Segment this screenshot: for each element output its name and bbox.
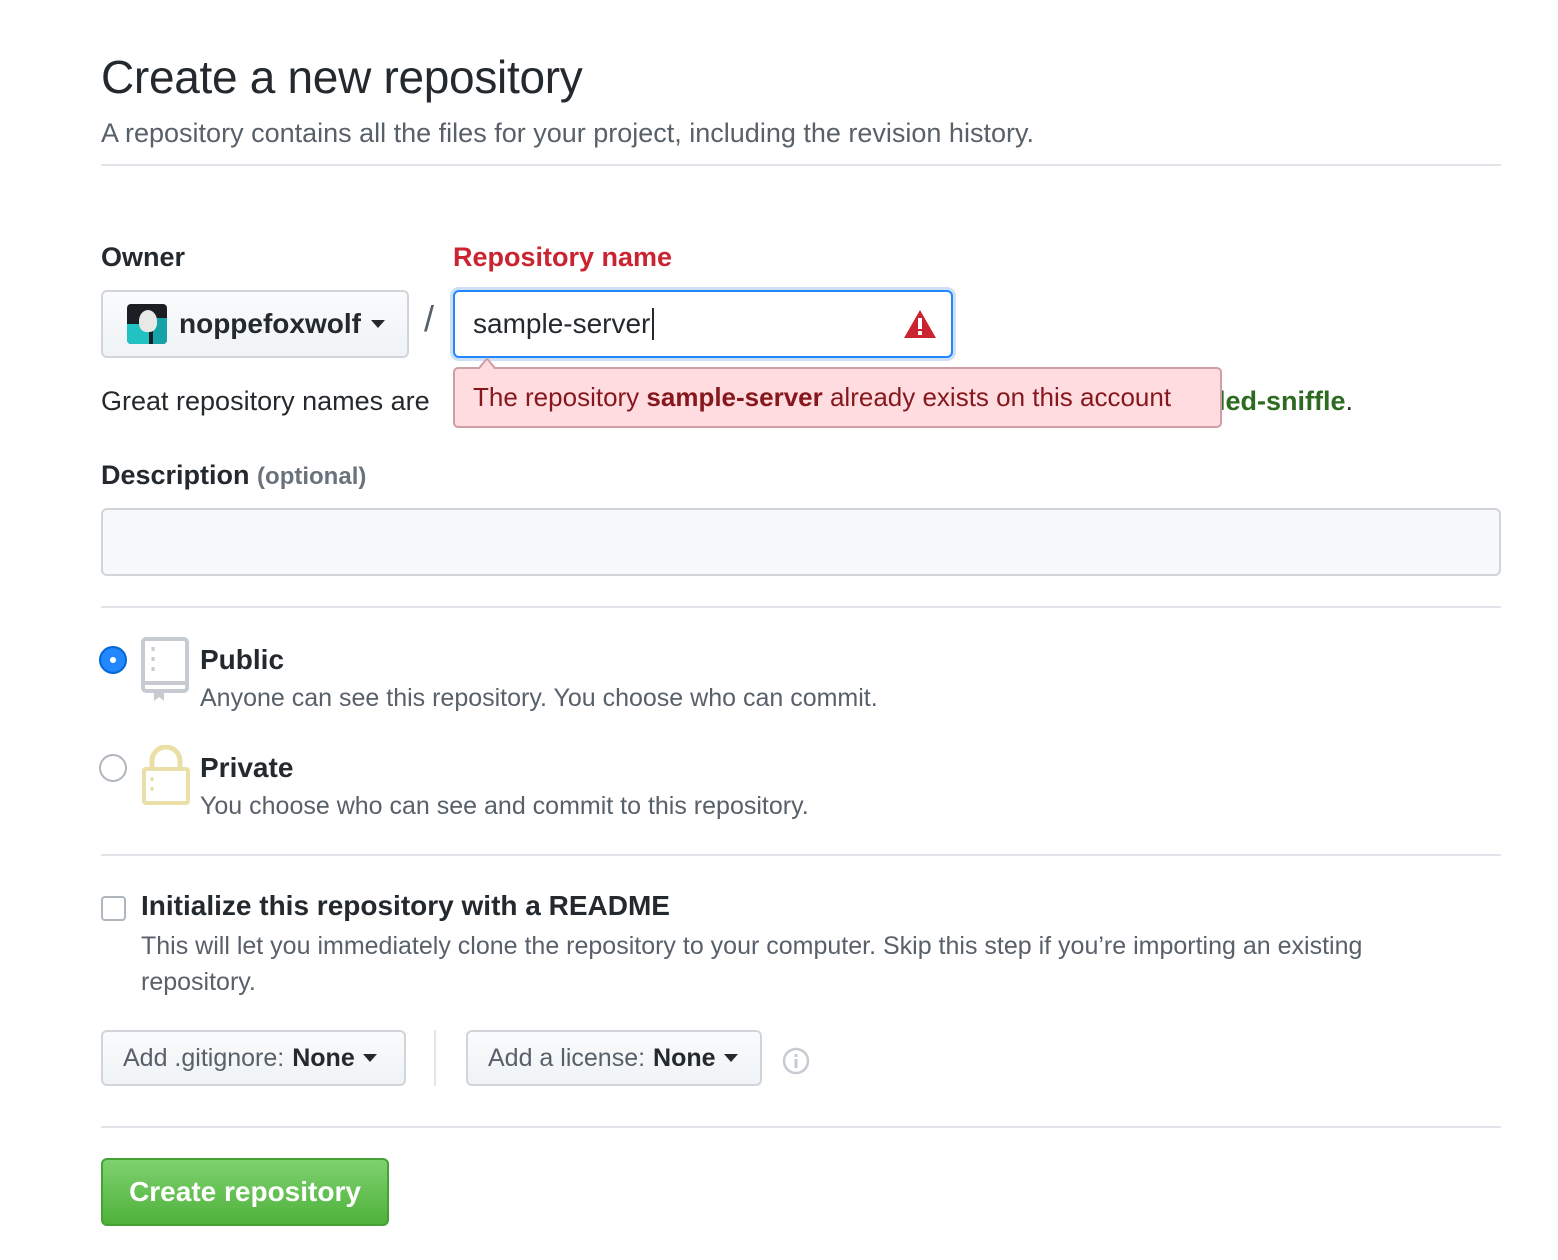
description-input[interactable] (101, 508, 1501, 576)
repository-name-label: Repository name (453, 242, 673, 272)
visibility-public-title: Public (200, 644, 285, 675)
gitignore-select[interactable]: Add .gitignore: None (101, 1030, 406, 1086)
gitignore-value: None (292, 1043, 355, 1072)
visibility-private-radio[interactable] (99, 754, 127, 782)
owner-select-button[interactable]: noppefoxwolf (101, 290, 409, 358)
page-subtitle: A repository contains all the files for … (101, 118, 1034, 148)
repository-name-input[interactable]: sample-server (453, 290, 953, 358)
text-cursor (652, 308, 655, 340)
license-select[interactable]: Add a license: None (466, 1030, 762, 1086)
info-icon[interactable] (782, 1047, 810, 1075)
visibility-public-radio[interactable] (99, 646, 127, 674)
suggested-name[interactable]: led-sniffle (1218, 386, 1346, 416)
repo-icon (141, 637, 189, 701)
repository-name-hint-end: led-sniffle. (1218, 386, 1354, 416)
license-value: None (653, 1043, 716, 1072)
chevron-down-icon (370, 320, 385, 328)
repository-name-value: sample-server (473, 308, 651, 339)
readme-title: Initialize this repository with a README (141, 890, 670, 921)
repository-name-hint: Great repository names are (101, 386, 430, 416)
optional-note: (optional) (257, 463, 367, 490)
select-separator (434, 1030, 436, 1086)
lock-icon (142, 745, 190, 805)
error-repo-name: sample-server (646, 382, 823, 412)
owner-repo-separator: / (424, 298, 435, 339)
readme-checkbox[interactable] (101, 896, 126, 921)
description-divider (101, 606, 1501, 608)
readme-desc: This will let you immediately clone the … (141, 932, 1363, 996)
visibility-public-desc: Anyone can see this repository. You choo… (200, 684, 878, 712)
page-title: Create a new repository (101, 51, 583, 103)
options-divider (101, 1126, 1501, 1128)
user-avatar (127, 304, 167, 344)
description-label: Description (optional) (101, 460, 367, 490)
owner-label: Owner (101, 242, 186, 272)
chevron-down-icon (362, 1054, 377, 1062)
owner-name: noppefoxwolf (179, 308, 361, 339)
repository-name-error-tooltip: The repository sample-server already exi… (453, 357, 1222, 428)
chevron-down-icon (723, 1054, 738, 1062)
visibility-divider (101, 854, 1501, 856)
create-repository-button[interactable]: Create repository (101, 1158, 389, 1226)
header-divider (101, 164, 1501, 166)
visibility-private-desc: You choose who can see and commit to thi… (200, 792, 809, 820)
alert-icon (904, 310, 936, 338)
visibility-private-title: Private (200, 752, 294, 783)
